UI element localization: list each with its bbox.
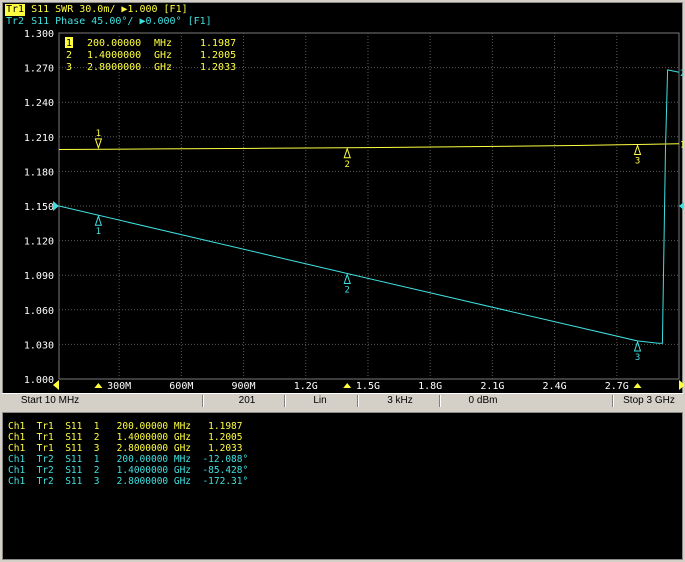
- y-tick-label: 1.090: [24, 271, 54, 282]
- marker-1-axis-arrow: [94, 383, 103, 388]
- y-tick-label: 1.150: [24, 202, 54, 213]
- x-tick-label: 1.2G: [294, 381, 318, 392]
- x-tick-label: 1.5G: [356, 381, 380, 392]
- marker-label: 2: [345, 285, 350, 295]
- legend-marker-value: 1.1987: [200, 38, 236, 49]
- legend-marker-value: 1.2033: [200, 62, 236, 73]
- y-tick-label: 1.030: [24, 340, 54, 351]
- stop-frequency[interactable]: Stop 3 GHz: [614, 394, 684, 408]
- marker-2-axis-arrow: [343, 383, 352, 388]
- legend-marker-freq: 1.4000000: [87, 50, 141, 61]
- legend-marker-num: 1: [66, 38, 72, 49]
- x-tick-label: 900M: [232, 381, 256, 392]
- marker-label: 2: [345, 160, 350, 170]
- legend-marker-value: 1.2005: [200, 50, 236, 61]
- marker-3-triangle: [633, 143, 642, 156]
- trace-1-line: [58, 143, 680, 150]
- start-frequency[interactable]: Start 10 MHz: [2, 394, 98, 408]
- marker-1-triangle: [94, 214, 103, 226]
- trace1-header[interactable]: Tr1 S11 SWR 30.0m/ ▶1.000 [F1]: [5, 4, 188, 16]
- x-tick-label: 2.7G: [605, 381, 629, 392]
- ref-level-left-arrow: [53, 201, 59, 211]
- marker-label: 1: [96, 227, 101, 237]
- marker-2-triangle: [343, 272, 351, 284]
- marker-label: 3: [635, 157, 640, 167]
- stop-arrow: [679, 380, 684, 390]
- y-tick-label: 1.270: [24, 64, 54, 75]
- marker-2-triangle: [343, 147, 351, 159]
- legend-marker-freq: 200.00000: [87, 38, 141, 49]
- marker-1-triangle: [94, 138, 103, 150]
- y-tick-label: 1.180: [24, 167, 54, 178]
- marker-table-row: Ch1 Tr2 S11 3 2.8000000 GHz -172.31°: [8, 476, 249, 487]
- trace1-tag[interactable]: Tr1: [5, 4, 26, 16]
- y-tick-label: 1.300: [24, 29, 54, 40]
- legend-marker-num: 2: [66, 50, 72, 61]
- trace-2-line: [58, 69, 680, 344]
- chart-area[interactable]: 1.300 1.270 1.240 1.210 1.180 1.150 1.120 1.090…: [2, 2, 684, 407]
- trace1-settings: S11 SWR 30.0m/ ▶1.000 [F1]: [25, 4, 188, 15]
- x-tick-label: 1.8G: [418, 381, 442, 392]
- marker-table-row: Ch1 Tr2 S11 1 200.00000 MHz -12.088°: [8, 454, 249, 465]
- x-tick-label: 300M: [107, 381, 131, 392]
- legend-marker-num: 3: [66, 62, 72, 73]
- legend-marker-unit: GHz: [154, 62, 172, 73]
- trace2-settings: S11 Phase 45.00°/ ▶0.000° [F1]: [25, 16, 212, 27]
- y-tick-label: 1.120: [24, 237, 54, 248]
- legend-marker-unit: MHz: [154, 38, 172, 49]
- legend-marker-freq: 2.8000000: [87, 62, 141, 73]
- y-tick-label: 1.240: [24, 98, 54, 109]
- trace2-header[interactable]: Tr2 S11 Phase 45.00°/ ▶0.000° [F1]: [5, 16, 212, 28]
- x-tick-label: 600M: [169, 381, 193, 392]
- ref-level-right-arrow: [679, 201, 684, 211]
- marker-label: 3: [635, 353, 640, 363]
- trace2-tag[interactable]: Tr2: [5, 16, 25, 28]
- x-tick-label: 2.1G: [480, 381, 504, 392]
- trace-1-end-label: 1: [680, 141, 684, 151]
- plot-canvas[interactable]: 1.300 1.270 1.240 1.210 1.180 1.150 1.120 1.090…: [3, 3, 684, 396]
- x-tick-label: 2.4G: [543, 381, 567, 392]
- marker-table-row: Ch1 Tr1 S11 3 2.8000000 GHz 1.2033: [8, 443, 243, 454]
- trace-2-end-label: 2: [680, 69, 684, 79]
- channel-status-bar: Start 10 MHz 201 Lin 3 kHz 0 dBm Stop 3 …: [2, 393, 683, 408]
- marker-label: 1: [96, 129, 101, 139]
- marker-table-row: Ch1 Tr2 S11 2 1.4000000 GHz -85.428°: [8, 465, 249, 476]
- marker-3-triangle: [633, 340, 642, 352]
- marker-table-row: Ch1 Tr1 S11 1 200.00000 MHz 1.1987: [8, 421, 243, 432]
- vna-window: 1.300 1.270 1.240 1.210 1.180 1.150 1.120 1.090…: [0, 0, 685, 562]
- legend-marker-unit: GHz: [154, 50, 172, 61]
- marker-table-row: Ch1 Tr1 S11 2 1.4000000 GHz 1.2005: [8, 432, 243, 443]
- sweep-points[interactable]: 201: [217, 394, 277, 408]
- source-power[interactable]: 0 dBm: [448, 394, 518, 408]
- marker-3-axis-arrow: [633, 383, 642, 388]
- marker-table: Ch1 Tr1 S11 1 200.00000 MHz 1.1987 Ch1 Tr…: [2, 412, 683, 560]
- sweep-type[interactable]: Lin: [290, 394, 350, 408]
- y-tick-label: 1.210: [24, 133, 54, 144]
- if-bandwidth[interactable]: 3 kHz: [365, 394, 435, 408]
- y-tick-label: 1.000: [24, 375, 54, 386]
- y-tick-label: 1.060: [24, 306, 54, 317]
